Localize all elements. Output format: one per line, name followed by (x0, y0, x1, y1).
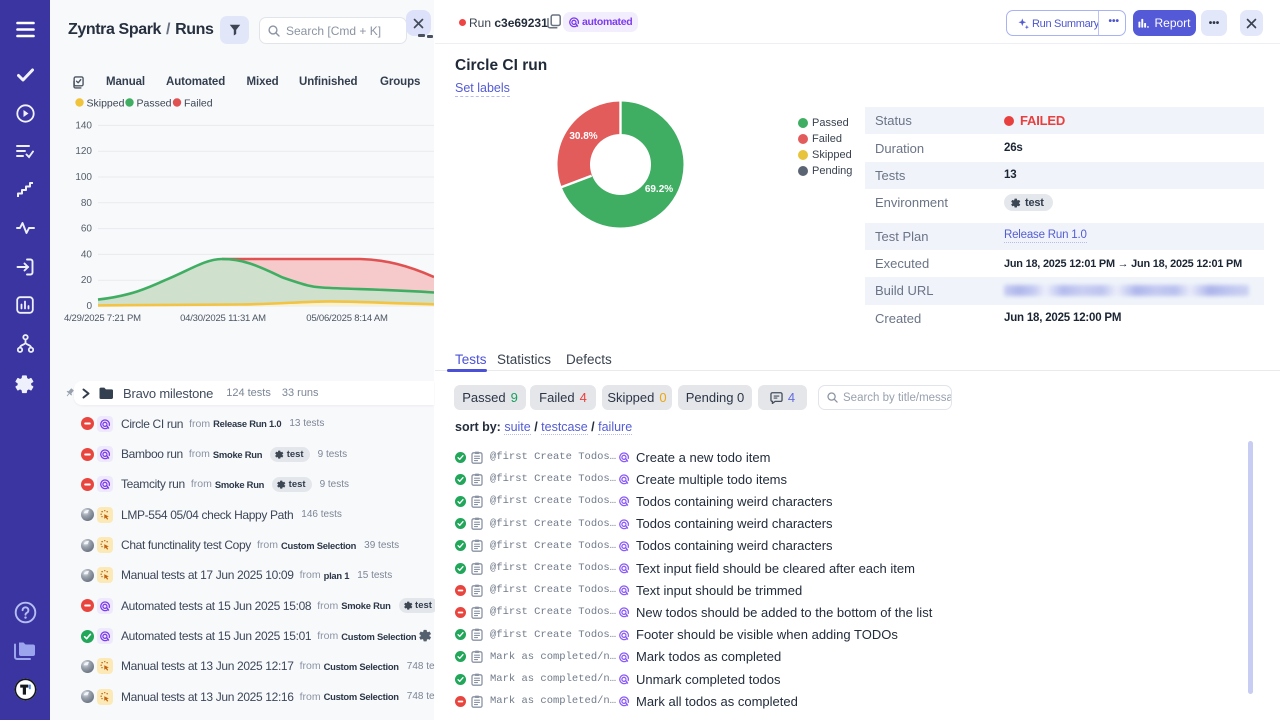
svg-text:69.2%: 69.2% (645, 184, 673, 195)
svg-text:04/30/2025 11:31 AM: 04/30/2025 11:31 AM (180, 313, 266, 324)
svg-text:30.8%: 30.8% (569, 131, 597, 142)
svg-text:4/29/2025 7:21 PM: 4/29/2025 7:21 PM (64, 313, 141, 324)
svg-text:Skipped: Skipped (87, 98, 125, 110)
svg-text:120: 120 (75, 146, 92, 157)
svg-text:0: 0 (86, 301, 92, 312)
svg-text:80: 80 (81, 198, 93, 209)
svg-text:40: 40 (81, 249, 93, 260)
svg-text:05/06/2025 8:14 AM: 05/06/2025 8:14 AM (306, 313, 388, 324)
svg-text:100: 100 (75, 172, 92, 183)
svg-text:140: 140 (75, 120, 92, 131)
svg-text:20: 20 (81, 275, 93, 286)
svg-text:60: 60 (81, 224, 93, 235)
svg-text:Failed: Failed (184, 98, 213, 110)
svg-text:Passed: Passed (137, 98, 172, 110)
